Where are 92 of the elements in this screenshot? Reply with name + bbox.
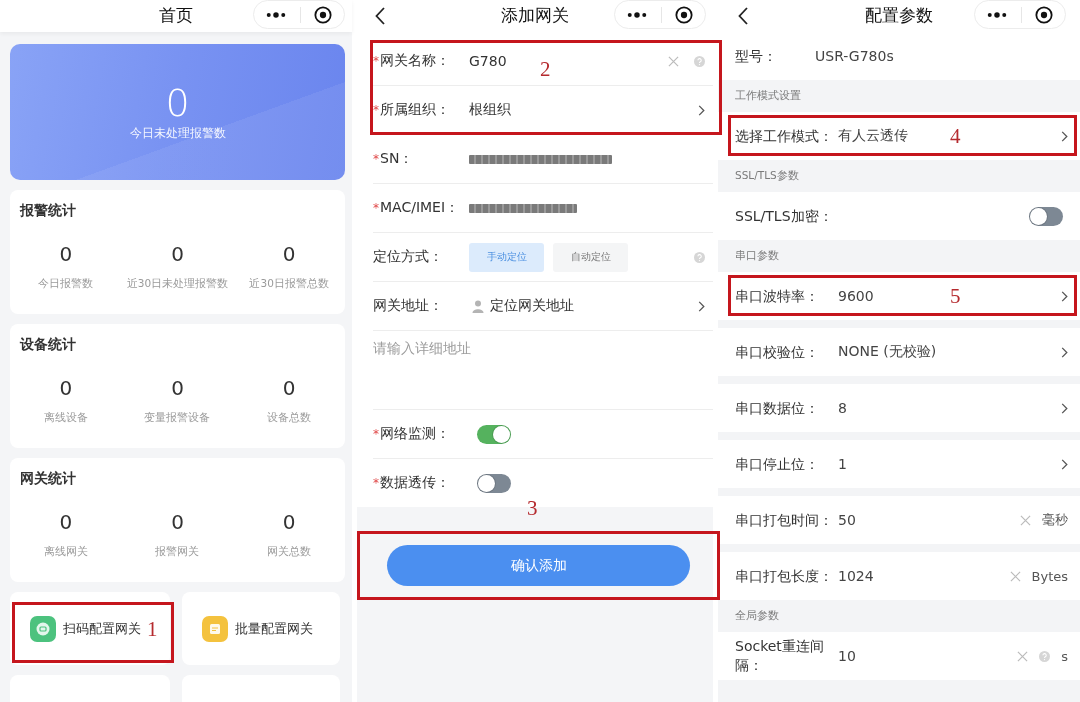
summary-value: 0 <box>165 83 190 123</box>
field-label: 串口校验位： <box>735 342 819 362</box>
picker-field[interactable]: 9600 <box>838 288 874 304</box>
section-header: SSL/TLS参数 <box>735 169 799 183</box>
toggle-switch[interactable] <box>1029 206 1063 226</box>
target-icon[interactable] <box>675 5 693 24</box>
page-title: 配置参数 <box>865 5 933 27</box>
section-header: 工作模式设置 <box>735 89 801 103</box>
step-number: 5 <box>950 284 961 308</box>
more-icon[interactable] <box>627 11 647 18</box>
picker-field[interactable]: 根组织 <box>469 101 511 119</box>
input-field[interactable]: G780 <box>469 53 507 69</box>
stat-value: 0 <box>59 376 73 400</box>
stat-label: 近30日未处理报警数 <box>126 276 229 290</box>
summary-label: 今日未处理报警数 <box>129 125 226 141</box>
stat-value: 0 <box>59 510 73 534</box>
page-title: 首页 <box>159 5 193 27</box>
stat-value: 0 <box>171 510 184 534</box>
page-title: 添加网关 <box>501 5 569 27</box>
chevron-right-icon[interactable] <box>1061 402 1068 414</box>
stat-label: 报警网关 <box>155 544 200 558</box>
more-icon[interactable] <box>266 11 286 18</box>
stat-label: 近30日报警总数 <box>249 276 329 290</box>
field-label: *网关名称： <box>373 52 450 70</box>
input-field[interactable]: 50 <box>838 512 856 528</box>
target-icon[interactable] <box>314 5 332 24</box>
section-header: 全局参数 <box>735 609 779 623</box>
chevron-right-icon[interactable] <box>698 104 705 116</box>
stat-label: 今日报警数 <box>38 276 94 290</box>
stat-label: 设备总数 <box>267 410 312 424</box>
field-label: SSL/TLS加密： <box>735 206 833 226</box>
field-label: 定位方式： <box>373 248 443 266</box>
field-label: *数据透传： <box>373 474 450 492</box>
field-label: 选择工作模式： <box>735 126 833 146</box>
picker-field[interactable]: 1 <box>838 456 847 472</box>
action-button[interactable]: 批量配置网关 <box>182 592 340 665</box>
field-label: Socket重连间隔： <box>735 637 825 675</box>
input-field[interactable]: 10 <box>838 648 856 664</box>
person-icon <box>472 299 484 313</box>
back-icon[interactable] <box>738 7 748 25</box>
stat-label: 网关总数 <box>267 544 312 558</box>
stat-label: 离线网关 <box>43 544 88 558</box>
chevron-right-icon[interactable] <box>1061 458 1068 470</box>
document-icon <box>202 615 228 642</box>
chevron-right-icon[interactable] <box>1061 130 1068 142</box>
segment-button[interactable]: 自动定位 <box>553 242 628 272</box>
stat-value: 0 <box>282 510 296 534</box>
stat-label: 变量报警设备 <box>144 410 211 424</box>
field-label: *网络监测： <box>373 425 450 443</box>
back-icon[interactable] <box>375 7 385 25</box>
toggle-switch[interactable] <box>477 473 511 493</box>
card-title: 报警统计 <box>20 201 76 220</box>
card-title: 网关统计 <box>20 469 76 488</box>
chevron-right-icon[interactable] <box>1061 346 1068 358</box>
field-label: 串口数据位： <box>735 398 819 418</box>
more-icon[interactable] <box>987 11 1007 18</box>
field-label: *所属组织： <box>373 101 450 119</box>
field-label: 型号： <box>735 46 777 66</box>
picker-field[interactable]: 定位网关地址 <box>469 297 574 315</box>
field-label: 串口打包时间： <box>735 510 833 530</box>
picker-field[interactable]: 8 <box>838 400 847 416</box>
target-icon[interactable] <box>1035 5 1053 24</box>
toggle-switch[interactable] <box>477 424 511 444</box>
field-label: 网关地址： <box>373 297 443 315</box>
stat-value: 0 <box>171 376 184 400</box>
stat-value: 0 <box>282 376 296 400</box>
step-number: 2 <box>540 57 551 81</box>
unit-label: s <box>1061 648 1068 664</box>
picker-field[interactable]: NONE (无校验) <box>838 343 937 361</box>
card-title: 设备统计 <box>20 335 76 354</box>
field-label: 串口波特率： <box>735 286 819 306</box>
stat-label: 离线设备 <box>43 410 88 424</box>
picker-field[interactable]: 有人云透传 <box>838 127 908 145</box>
unit-label: Bytes <box>1031 568 1068 584</box>
input-field[interactable]: 1024 <box>838 568 874 584</box>
step-number: 4 <box>950 124 961 148</box>
chevron-right-icon[interactable] <box>698 300 705 312</box>
field-value: USR-G780s <box>815 48 894 64</box>
field-label: *MAC/IMEI： <box>373 199 460 217</box>
scan-icon <box>30 615 56 642</box>
section-header: 串口参数 <box>735 249 779 263</box>
address-field[interactable]: 请输入详细地址 <box>373 331 705 408</box>
step-number: 1 <box>147 617 158 641</box>
step-number: 3 <box>527 496 538 520</box>
chevron-right-icon[interactable] <box>1061 290 1068 302</box>
field-label: 串口打包长度： <box>735 566 833 586</box>
stat-value: 0 <box>282 242 296 266</box>
stat-value: 0 <box>171 242 184 266</box>
field-label: *SN： <box>373 150 414 168</box>
field-label: 串口停止位： <box>735 454 819 474</box>
unit-label: 毫秒 <box>1042 511 1068 529</box>
stat-value: 0 <box>59 242 73 266</box>
